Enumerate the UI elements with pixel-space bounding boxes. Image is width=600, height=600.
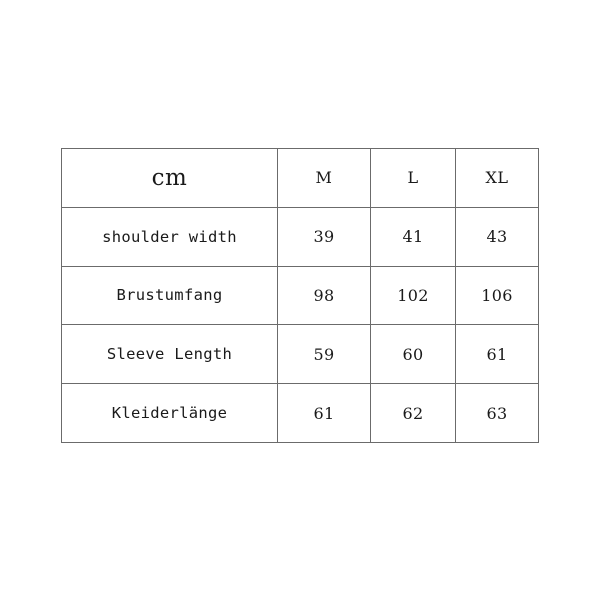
row-label-sleeve-length: Sleeve Length xyxy=(61,324,278,385)
table-row: Sleeve Length 59 60 61 xyxy=(61,324,539,385)
table-header-row: cm M L XL xyxy=(61,148,539,208)
table-row: Brustumfang 98 102 106 xyxy=(61,265,539,326)
cell-brustumfang-m: 98 xyxy=(277,265,371,326)
cell-shoulder-width-m: 39 xyxy=(277,206,371,267)
size-chart-table: cm M L XL shoulder width 39 41 43 Brustu… xyxy=(61,148,539,443)
row-label-kleiderlaenge: Kleiderlänge xyxy=(61,383,278,443)
cell-brustumfang-l: 102 xyxy=(370,265,456,326)
row-label-shoulder-width: shoulder width xyxy=(61,206,278,267)
cell-kleiderlaenge-m: 61 xyxy=(277,383,371,443)
table-row: Kleiderlänge 61 62 63 xyxy=(61,383,539,443)
cell-kleiderlaenge-xl: 63 xyxy=(455,383,539,443)
page-canvas: cm M L XL shoulder width 39 41 43 Brustu… xyxy=(0,0,600,600)
cell-sleeve-length-l: 60 xyxy=(370,324,456,385)
cell-sleeve-length-m: 59 xyxy=(277,324,371,385)
cell-kleiderlaenge-l: 62 xyxy=(370,383,456,443)
cell-shoulder-width-xl: 43 xyxy=(455,206,539,267)
header-unit-cm: cm xyxy=(61,148,278,208)
row-label-brustumfang: Brustumfang xyxy=(61,265,278,326)
cell-brustumfang-xl: 106 xyxy=(455,265,539,326)
header-size-xl: XL xyxy=(455,148,539,208)
header-size-l: L xyxy=(370,148,456,208)
cell-shoulder-width-l: 41 xyxy=(370,206,456,267)
table-row: shoulder width 39 41 43 xyxy=(61,206,539,267)
header-size-m: M xyxy=(277,148,371,208)
cell-sleeve-length-xl: 61 xyxy=(455,324,539,385)
